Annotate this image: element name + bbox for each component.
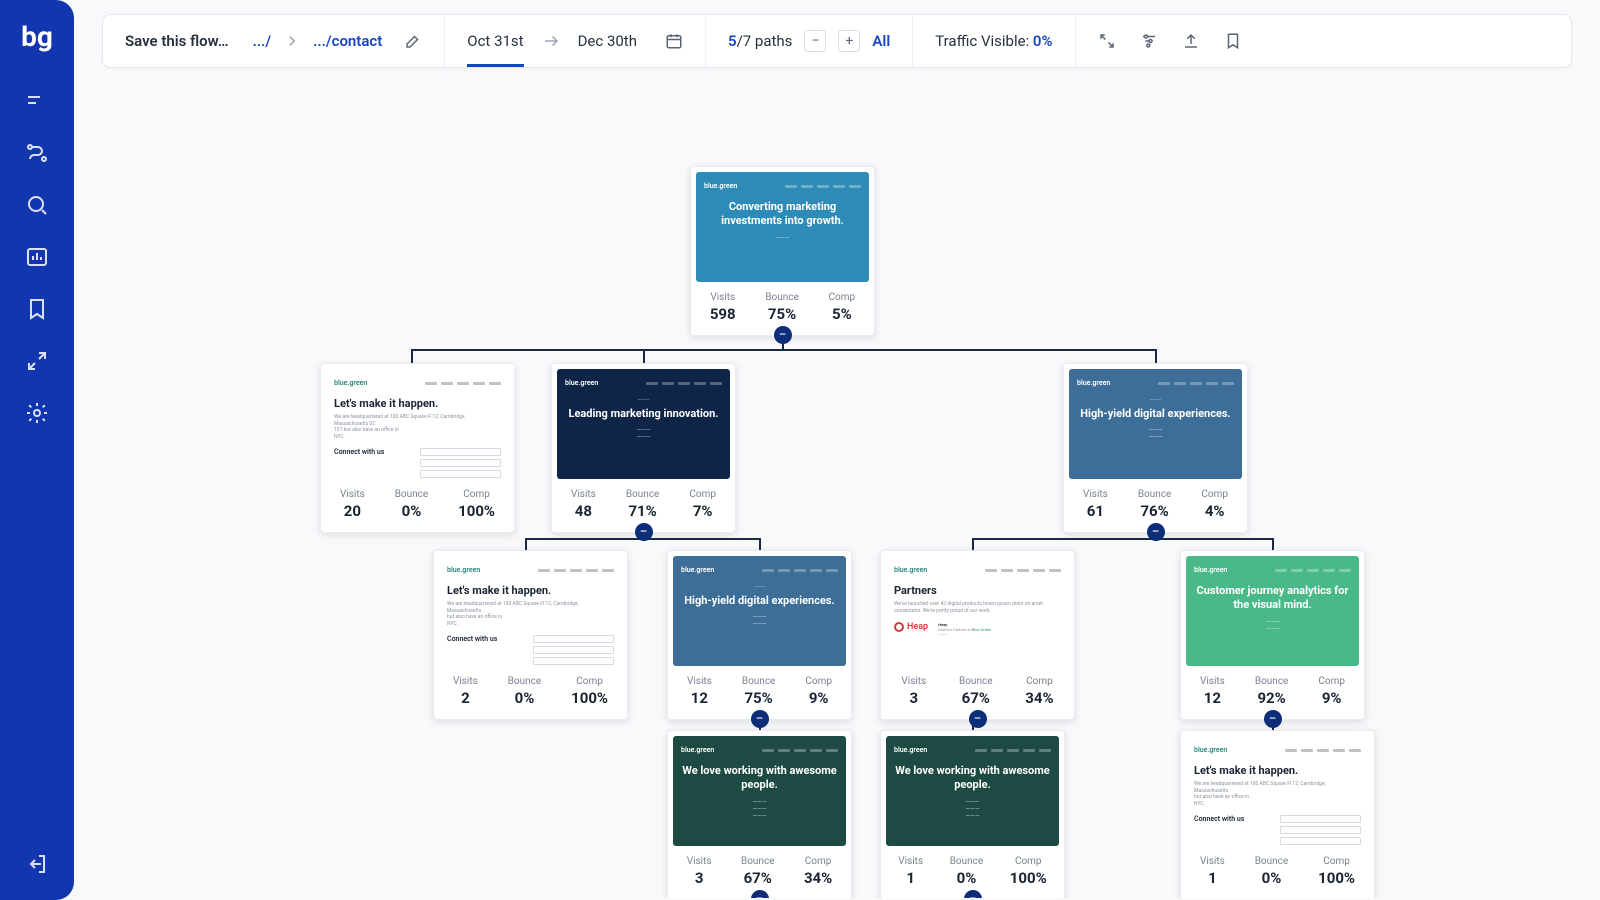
resize-icon[interactable] (25, 349, 49, 373)
node-root[interactable]: blue.green Converting marketing investme… (690, 166, 875, 336)
collapse-button[interactable]: − (969, 710, 987, 728)
collapse-button[interactable]: − (774, 326, 792, 344)
thumb-company: blue.green (704, 182, 737, 190)
menu-icon[interactable] (25, 89, 49, 113)
node-contact-3[interactable]: blue.green Let's make it happen. We are … (1180, 730, 1375, 898)
collapse-button[interactable]: − (1264, 710, 1282, 728)
traffic-section: Traffic Visible: 0% (913, 15, 1075, 67)
edit-icon[interactable] (404, 32, 422, 50)
filter-icon[interactable] (1140, 32, 1158, 50)
traffic-label: Traffic Visible: (935, 32, 1033, 50)
paths-current: 5 (728, 32, 737, 50)
nav (25, 89, 49, 852)
collapse-button[interactable]: − (1147, 523, 1165, 541)
save-section: Save this flow… .../ .../contact (103, 15, 445, 67)
node-hero: Converting marketing investments into gr… (704, 200, 861, 229)
minus-button[interactable]: − (804, 30, 826, 52)
all-button[interactable]: All (872, 32, 890, 50)
paths-total: /7 paths (737, 32, 793, 50)
node-digital-2[interactable]: blue.green ——— High-yield digital experi… (667, 550, 852, 720)
actions-section (1076, 15, 1264, 67)
search-icon[interactable] (25, 193, 49, 217)
save-label[interactable]: Save this flow… (125, 32, 229, 50)
node-marketing[interactable]: blue.green ——— Leading marketing innovat… (551, 363, 736, 533)
flow-canvas[interactable]: blue.green Converting marketing investme… (102, 68, 1572, 898)
settings-icon[interactable] (25, 401, 49, 425)
bookmark-icon[interactable] (25, 297, 49, 321)
hero-sub: ——— (704, 235, 861, 242)
node-digital-1[interactable]: blue.green ——— High-yield digital experi… (1063, 363, 1248, 533)
date-section: Oct 31st Dec 30th (445, 15, 706, 67)
main: Save this flow… .../ .../contact Oct 31s… (74, 0, 1600, 900)
calendar-icon[interactable] (665, 32, 683, 50)
node-contact-2[interactable]: blue.green Let's make it happen. We are … (433, 550, 628, 720)
chevron-right-icon (283, 32, 301, 50)
collapse-button[interactable]: − (751, 710, 769, 728)
plus-button[interactable]: + (838, 30, 860, 52)
node-people-2[interactable]: blue.green We love working with awesome … (880, 730, 1065, 898)
node-people-1[interactable]: blue.green We love working with awesome … (667, 730, 852, 898)
partner-logo: Heap (894, 622, 928, 632)
date-start[interactable]: Oct 31st (467, 16, 523, 66)
node-analytics[interactable]: blue.green Customer journey analytics fo… (1180, 550, 1365, 720)
node-partners[interactable]: blue.green Partners We've launched over … (880, 550, 1075, 720)
logout-icon[interactable] (25, 852, 49, 876)
traffic-value: 0% (1033, 32, 1053, 50)
breadcrumb-root[interactable]: .../ (253, 32, 272, 50)
collapse-button[interactable]: − (635, 523, 653, 541)
arrow-right-icon (542, 32, 560, 50)
toolbar: Save this flow… .../ .../contact Oct 31s… (102, 14, 1572, 68)
breadcrumb-leaf[interactable]: .../contact (313, 32, 382, 50)
sidebar: bg (0, 0, 74, 900)
chart-icon[interactable] (25, 245, 49, 269)
logo: bg (21, 20, 53, 53)
save-bookmark-icon[interactable] (1224, 32, 1242, 50)
expand-icon[interactable] (1098, 32, 1116, 50)
upload-icon[interactable] (1182, 32, 1200, 50)
paths-section: 5/7 paths − + All (706, 15, 913, 67)
flow-icon[interactable] (25, 141, 49, 165)
node-contact-1[interactable]: blue.green Let's make it happen. We are … (320, 363, 515, 533)
date-end[interactable]: Dec 30th (578, 32, 637, 50)
